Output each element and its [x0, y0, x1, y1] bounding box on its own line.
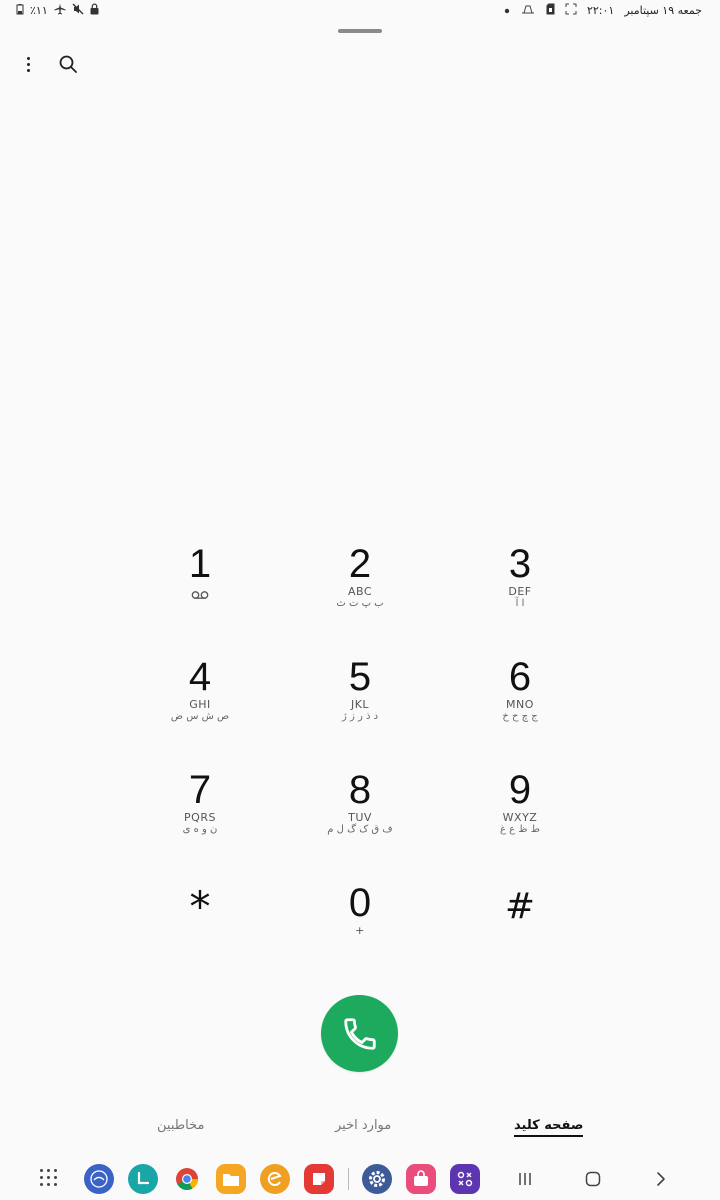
- battery-percent: ٪۱۱: [30, 4, 48, 17]
- app-globe-icon[interactable]: [84, 1164, 114, 1194]
- key-persian-letters: ص ش س ض: [170, 711, 230, 722]
- notify-icon: [520, 3, 536, 19]
- key-digit: 2: [348, 542, 372, 586]
- lock-icon: [90, 3, 99, 19]
- key-letters: JKL: [350, 698, 370, 711]
- key-persian-letters: ج چ ح خ: [502, 711, 538, 722]
- key-persian-letters: ب پ ت ث: [336, 598, 384, 609]
- phone-icon: [343, 1017, 376, 1050]
- game-launcher-icon[interactable]: [450, 1164, 480, 1194]
- tab-keypad[interactable]: صفحه کلید: [514, 1118, 584, 1137]
- key-persian-letters: ا آ: [515, 598, 525, 609]
- call-button[interactable]: [321, 995, 398, 1072]
- files-icon[interactable]: [216, 1164, 246, 1194]
- top-actions: [18, 52, 80, 76]
- status-bar: ٪۱۱ ۲۲:۰۱ جمعه ۱۹ سپتامبر: [0, 0, 720, 20]
- key-persian-letters: ف ق ک گ ل م: [327, 824, 393, 835]
- key-digit: 5: [348, 655, 372, 699]
- key-digit: 1: [188, 542, 212, 586]
- tab-recents[interactable]: موارد اخیر: [335, 1118, 391, 1133]
- battery-icon: [16, 3, 24, 19]
- status-bar-left: ٪۱۱: [16, 3, 99, 19]
- screenshot-icon: [565, 3, 577, 19]
- key-digit: 8: [348, 768, 372, 812]
- mute-icon: [72, 3, 84, 19]
- store-icon[interactable]: [406, 1164, 436, 1194]
- key-letters: TUV: [348, 811, 372, 824]
- key-persian-letters: ط ظ ع غ: [500, 824, 540, 835]
- key-2[interactable]: 2 ABC ب پ ت ث: [280, 530, 440, 643]
- key-letters: WXYZ: [502, 811, 538, 824]
- key-0[interactable]: 0 +: [280, 869, 440, 982]
- key-1[interactable]: 1: [120, 530, 280, 643]
- key-persian-letters: د ذ ر ز ژ: [341, 711, 379, 722]
- tab-contacts[interactable]: مخاطبین: [157, 1118, 204, 1133]
- home-icon[interactable]: [581, 1167, 605, 1191]
- key-6[interactable]: 6 MNO ج چ ح خ: [440, 643, 600, 756]
- taskbar-divider: [348, 1168, 349, 1190]
- key-star[interactable]: *: [120, 869, 280, 982]
- key-7[interactable]: 7 PQRS ن و ه ی: [120, 756, 280, 869]
- key-3[interactable]: 3 DEF ا آ: [440, 530, 600, 643]
- taskbar: [0, 1158, 720, 1200]
- key-letters: DEF: [508, 585, 532, 598]
- key-digit: #: [504, 886, 536, 927]
- key-digit: 7: [188, 768, 212, 812]
- app-drawer-icon[interactable]: [40, 1169, 58, 1187]
- status-bar-right: ۲۲:۰۱ جمعه ۱۹ سپتامبر: [504, 3, 702, 19]
- settings-icon[interactable]: [362, 1164, 392, 1194]
- key-8[interactable]: 8 TUV ف ق ک گ ل م: [280, 756, 440, 869]
- key-persian-letters: ن و ه ی: [182, 824, 218, 835]
- recent-apps-icon[interactable]: [513, 1167, 537, 1191]
- key-digit: 9: [508, 768, 532, 812]
- key-letters: ABC: [347, 585, 373, 598]
- dial-keypad: 1 2 ABC ب پ ت ث 3 DEF ا آ 4 GHI ص ش س ض …: [120, 530, 600, 982]
- app-e-icon[interactable]: [260, 1164, 290, 1194]
- status-date: جمعه ۱۹ سپتامبر: [624, 4, 702, 17]
- status-time: ۲۲:۰۱: [586, 4, 615, 17]
- airplane-icon: [54, 3, 66, 19]
- sim-icon: [546, 3, 555, 19]
- key-4[interactable]: 4 GHI ص ش س ض: [120, 643, 280, 756]
- key-letters: GHI: [189, 698, 211, 711]
- more-options-icon[interactable]: [18, 53, 38, 75]
- bottom-tabs: صفحه کلید موارد اخیر مخاطبین: [0, 1118, 720, 1148]
- voicemail-icon: [191, 590, 209, 602]
- back-icon[interactable]: [649, 1167, 673, 1191]
- key-digit: 3: [508, 542, 532, 586]
- key-letters: PQRS: [184, 811, 216, 824]
- key-digit: 4: [188, 655, 212, 699]
- key-9[interactable]: 9 WXYZ ط ظ ع غ: [440, 756, 600, 869]
- key-digit: *: [189, 882, 211, 931]
- key-letters: +: [355, 924, 365, 937]
- key-letters: MNO: [506, 698, 534, 711]
- key-hash[interactable]: #: [440, 869, 600, 982]
- notes-icon[interactable]: [304, 1164, 334, 1194]
- key-digit: 0: [348, 881, 372, 925]
- key-digit: 6: [508, 655, 532, 699]
- drag-handle[interactable]: [338, 29, 382, 33]
- app-messenger-icon[interactable]: [128, 1164, 158, 1194]
- chrome-icon[interactable]: [172, 1164, 202, 1194]
- search-icon[interactable]: [56, 52, 80, 76]
- key-5[interactable]: 5 JKL د ذ ر ز ژ: [280, 643, 440, 756]
- dot-icon: [504, 4, 510, 18]
